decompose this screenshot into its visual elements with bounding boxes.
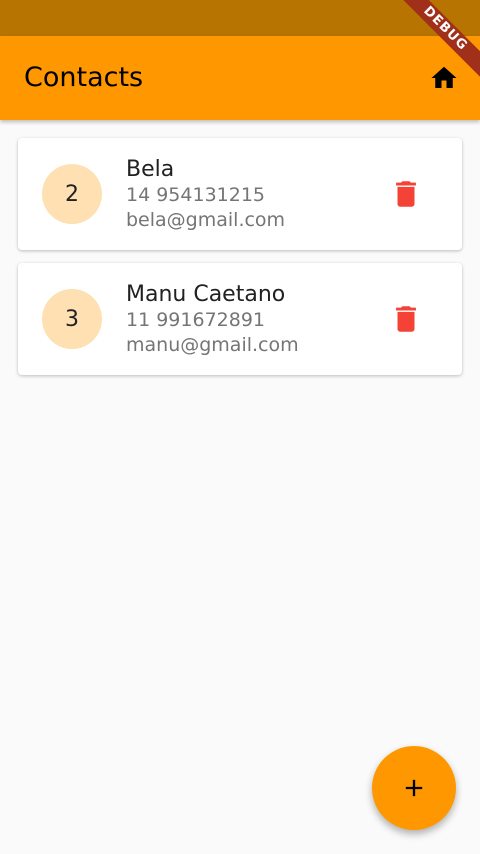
avatar: 3: [42, 289, 102, 349]
contact-name: Bela: [126, 157, 175, 182]
contact-phone: 14 954131215: [126, 184, 266, 206]
home-button[interactable]: [424, 58, 464, 98]
delete-icon: [396, 306, 416, 332]
page-title: Contacts: [24, 62, 144, 93]
contact-card[interactable]: 2 Bela 14 954131215 bela@gmail.com: [18, 138, 462, 250]
status-bar: [0, 0, 480, 36]
contact-email: bela@gmail.com: [126, 209, 286, 231]
delete-icon: [396, 181, 416, 207]
contact-email: manu@gmail.com: [126, 334, 299, 356]
contact-card[interactable]: 3 Manu Caetano 11 991672891 manu@gmail.c…: [18, 263, 462, 375]
app-bar: Contacts: [0, 36, 480, 120]
contact-list: 2 Bela 14 954131215 bela@gmail.com 3 Man…: [18, 138, 462, 388]
home-icon: [431, 66, 457, 88]
delete-button[interactable]: [386, 174, 426, 214]
contact-info: Manu Caetano 11 991672891 manu@gmail.com: [126, 282, 299, 358]
add-contact-button[interactable]: [372, 746, 456, 830]
contact-phone: 11 991672891: [126, 309, 266, 331]
avatar: 2: [42, 164, 102, 224]
contact-name: Manu Caetano: [126, 282, 286, 307]
delete-button[interactable]: [386, 299, 426, 339]
add-icon: [405, 779, 423, 797]
contact-info: Bela 14 954131215 bela@gmail.com: [126, 157, 285, 233]
